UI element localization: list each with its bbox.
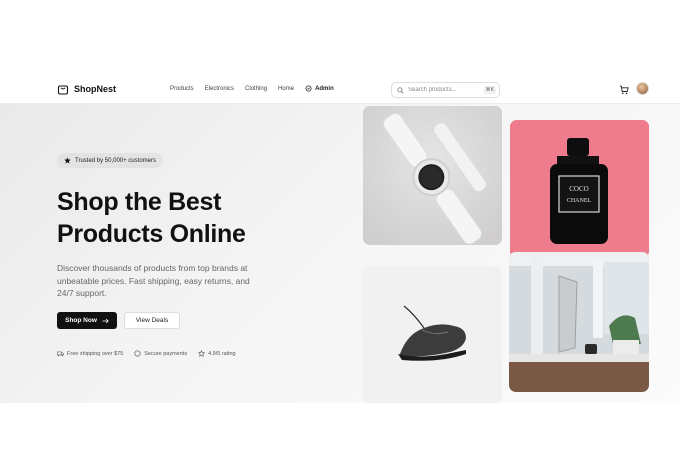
top-nav: ShopNest Products Electronics Clothing H… [0, 76, 680, 104]
view-deals-label: View Deals [135, 317, 169, 324]
feature-list: Free shipping over $75 Secure payments 4… [57, 350, 236, 357]
nav-link-products[interactable]: Products [170, 85, 194, 92]
perfume-bottle-image: COCO CHANEL [510, 120, 649, 258]
hero-title-line-1: Shop the Best [57, 188, 222, 216]
shop-now-label: Shop Now [65, 317, 97, 324]
page-frame: ShopNest Products Electronics Clothing H… [0, 76, 680, 403]
hero-description: Discover thousands of products from top … [57, 263, 250, 298]
nav-link-home[interactable]: Home [278, 85, 294, 92]
product-tile-perfume[interactable]: COCO CHANEL [510, 120, 649, 258]
feature-label: Secure payments [144, 350, 188, 357]
product-tile-desk[interactable] [509, 252, 649, 392]
brand-logo[interactable]: ShopNest [57, 83, 116, 95]
feature-item-shipping: Free shipping over $75 [57, 350, 123, 357]
feature-label: 4.9/5 rating [208, 350, 236, 357]
main-menu: Products Electronics Clothing Home Admin [170, 85, 334, 92]
feature-item-secure: Secure payments [134, 350, 187, 357]
search-shortcut: ⌘K [483, 86, 496, 94]
arrow-right-icon [102, 318, 109, 323]
nav-link-electronics[interactable]: Electronics [205, 85, 234, 92]
user-avatar[interactable] [636, 82, 649, 95]
admin-label: Admin [315, 85, 334, 92]
search-icon [397, 86, 404, 94]
brand-name: ShopNest [74, 84, 117, 94]
cart-icon[interactable] [619, 85, 629, 95]
shield-icon [305, 85, 312, 92]
desk-setup-image [509, 252, 649, 392]
shop-now-button[interactable]: Shop Now [57, 312, 117, 329]
perfume-label-coco: COCO [569, 185, 588, 193]
feature-item-rating: 4.9/5 rating [198, 350, 236, 357]
star-outline-icon [198, 350, 206, 357]
trust-badge-text: Trusted by 50,000+ customers [75, 157, 156, 164]
hero-title: Shop the Best Products Online [57, 186, 246, 250]
perfume-label-chanel: CHANEL [567, 198, 592, 204]
smartwatch-image [363, 106, 502, 245]
sneaker-image [362, 266, 502, 403]
search-input[interactable] [408, 87, 480, 93]
product-tile-smartwatch[interactable] [363, 106, 502, 245]
product-tile-sneaker[interactable] [362, 266, 502, 403]
search-bar[interactable]: ⌘K [391, 82, 500, 98]
shield-check-icon [134, 350, 141, 357]
view-deals-button[interactable]: View Deals [124, 312, 180, 329]
hero-title-line-2: Products Online [57, 220, 246, 248]
nav-link-clothing[interactable]: Clothing [245, 85, 267, 92]
shopping-bag-icon [57, 85, 69, 95]
truck-icon [57, 351, 64, 356]
trust-badge: Trusted by 50,000+ customers [57, 153, 163, 168]
feature-label: Free shipping over $75 [67, 350, 124, 357]
nav-link-admin[interactable]: Admin [305, 85, 334, 92]
star-icon [64, 157, 71, 164]
